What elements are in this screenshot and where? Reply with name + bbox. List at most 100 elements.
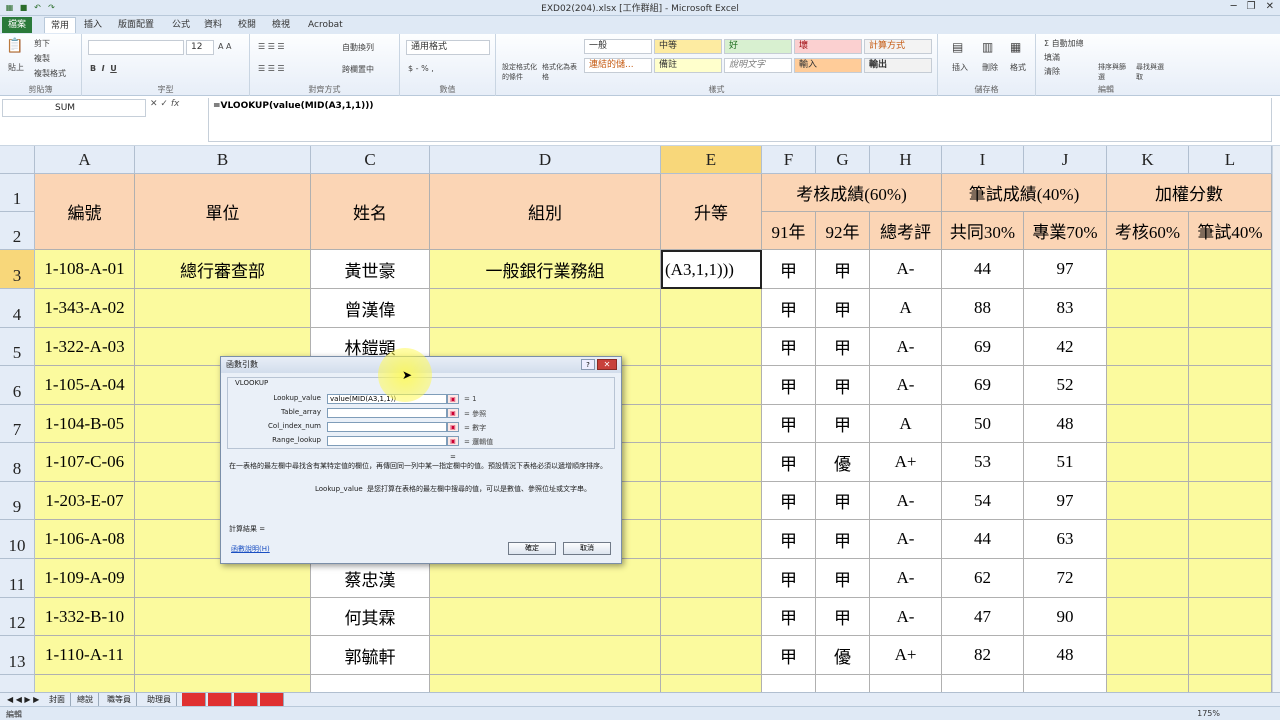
cell-g[interactable]: 優 <box>816 636 870 675</box>
sheet-tab-red-2[interactable] <box>208 693 232 706</box>
column-header-f[interactable]: F <box>762 146 816 174</box>
column-header-l[interactable]: L <box>1189 146 1272 174</box>
collapse-dialog-icon[interactable]: ▣ <box>447 436 459 446</box>
cell-partial[interactable] <box>661 675 762 692</box>
style-explanatory[interactable]: 說明文字 <box>724 58 792 73</box>
font-name-select[interactable] <box>88 40 184 55</box>
cell-i[interactable]: 47 <box>942 598 1024 636</box>
row-header-1[interactable]: 1 <box>0 174 35 212</box>
cell-k[interactable] <box>1107 405 1189 443</box>
cell-id[interactable]: 1-109-A-09 <box>35 559 135 598</box>
cell-i[interactable]: 62 <box>942 559 1024 598</box>
grow-font-icon[interactable]: A A <box>218 42 232 51</box>
name-box[interactable]: SUM <box>2 99 146 117</box>
cell-id[interactable]: 1-108-A-01 <box>35 250 135 289</box>
cell-i[interactable]: 54 <box>942 482 1024 520</box>
sheet-tab-staff[interactable]: 職等員 <box>102 693 137 706</box>
number-format-select[interactable]: 通用格式 <box>406 40 490 55</box>
header-written[interactable]: 筆試成績(40%) <box>942 174 1107 212</box>
collapse-dialog-icon[interactable]: ▣ <box>447 408 459 418</box>
header-special[interactable]: 專業70% <box>1024 212 1107 250</box>
cell-l[interactable] <box>1189 559 1272 598</box>
style-input[interactable]: 輸入 <box>794 58 862 73</box>
cell-i[interactable]: 69 <box>942 328 1024 366</box>
currency-icon[interactable]: $ - % , <box>408 64 434 73</box>
cell-unit[interactable] <box>135 636 311 675</box>
cell-id[interactable]: 1-343-A-02 <box>35 289 135 328</box>
cell-g[interactable]: 甲 <box>816 559 870 598</box>
cell-h[interactable]: A- <box>870 328 942 366</box>
column-header-c[interactable]: C <box>311 146 430 174</box>
minimize-icon[interactable]: ─ <box>1231 1 1237 12</box>
cell-partial[interactable] <box>1024 675 1107 692</box>
cell-group[interactable] <box>430 559 661 598</box>
cell-f[interactable]: 甲 <box>762 289 816 328</box>
cell-group[interactable] <box>430 598 661 636</box>
format-as-table-button[interactable]: 格式化為表格 <box>542 62 578 82</box>
cell-l[interactable] <box>1189 482 1272 520</box>
style-linked-cell[interactable]: 連結的儲... <box>584 58 652 73</box>
collapse-dialog-icon[interactable]: ▣ <box>447 394 459 404</box>
cell-unit[interactable] <box>135 559 311 598</box>
tab-formulas[interactable]: 公式 <box>166 17 196 33</box>
header-promotion[interactable]: 升等 <box>661 174 762 250</box>
cell-l[interactable] <box>1189 443 1272 482</box>
merge-center-button[interactable]: 跨欄置中 <box>342 64 374 75</box>
header-total[interactable]: 總考評 <box>870 212 942 250</box>
arg-input-range-lookup[interactable] <box>327 436 447 446</box>
sort-filter-button[interactable]: 排序與篩選 <box>1098 62 1132 82</box>
cell-name[interactable]: 蔡忠漢 <box>311 559 430 598</box>
cell-g[interactable]: 甲 <box>816 598 870 636</box>
column-header-i[interactable]: I <box>942 146 1024 174</box>
delete-button[interactable]: 刪除 <box>982 62 998 73</box>
row-header-11[interactable]: 11 <box>0 559 35 598</box>
cell-j[interactable]: 48 <box>1024 405 1107 443</box>
cell-l[interactable] <box>1189 405 1272 443</box>
header-assessment[interactable]: 考核成績(60%) <box>762 174 942 212</box>
cell-f[interactable]: 甲 <box>762 366 816 405</box>
header-unit[interactable]: 單位 <box>135 174 311 250</box>
cell-partial[interactable] <box>1107 675 1189 692</box>
cell-j[interactable]: 97 <box>1024 482 1107 520</box>
cell-promo[interactable] <box>661 328 762 366</box>
column-header-j[interactable]: J <box>1024 146 1107 174</box>
format-cells-icon[interactable]: ▦ <box>1010 40 1021 54</box>
insert-function-icon[interactable]: fx <box>171 99 180 109</box>
cell-id[interactable]: 1-110-A-11 <box>35 636 135 675</box>
cell-partial[interactable] <box>816 675 870 692</box>
cell-promo[interactable] <box>661 559 762 598</box>
cell-j[interactable]: 72 <box>1024 559 1107 598</box>
insert-button[interactable]: 插入 <box>952 62 968 73</box>
zoom-level[interactable]: 175% <box>1197 709 1220 718</box>
cell-j[interactable]: 42 <box>1024 328 1107 366</box>
cell-partial[interactable] <box>35 675 135 692</box>
cell-h[interactable]: A- <box>870 520 942 559</box>
header-id[interactable]: 編號 <box>35 174 135 250</box>
cell-f[interactable]: 甲 <box>762 520 816 559</box>
cell-promo[interactable] <box>661 443 762 482</box>
cell-promo[interactable] <box>661 520 762 559</box>
cell-i[interactable]: 82 <box>942 636 1024 675</box>
cell-j[interactable]: 48 <box>1024 636 1107 675</box>
cell-group[interactable] <box>430 636 661 675</box>
copy-button[interactable]: 複製 <box>34 53 50 64</box>
insert-cells-icon[interactable]: ▤ <box>952 40 963 54</box>
delete-cells-icon[interactable]: ▥ <box>982 40 993 54</box>
cell-partial[interactable] <box>430 675 661 692</box>
header-name[interactable]: 姓名 <box>311 174 430 250</box>
row-header-9[interactable]: 9 <box>0 482 35 520</box>
row-header-13[interactable]: 13 <box>0 636 35 675</box>
cell-k[interactable] <box>1107 289 1189 328</box>
cell-i[interactable]: 88 <box>942 289 1024 328</box>
close-icon[interactable]: ✕ <box>597 359 617 370</box>
cell-group[interactable]: 一般銀行業務組 <box>430 250 661 289</box>
cell-l[interactable] <box>1189 636 1272 675</box>
row-header-8[interactable]: 8 <box>0 443 35 482</box>
restore-icon[interactable]: ❐ <box>1247 1 1256 12</box>
tab-acrobat[interactable]: Acrobat <box>302 17 349 33</box>
cell-group[interactable] <box>430 289 661 328</box>
cell-h[interactable]: A+ <box>870 636 942 675</box>
cell-f[interactable]: 甲 <box>762 598 816 636</box>
sheet-tab-red-4[interactable] <box>260 693 284 706</box>
cell-f[interactable]: 甲 <box>762 328 816 366</box>
